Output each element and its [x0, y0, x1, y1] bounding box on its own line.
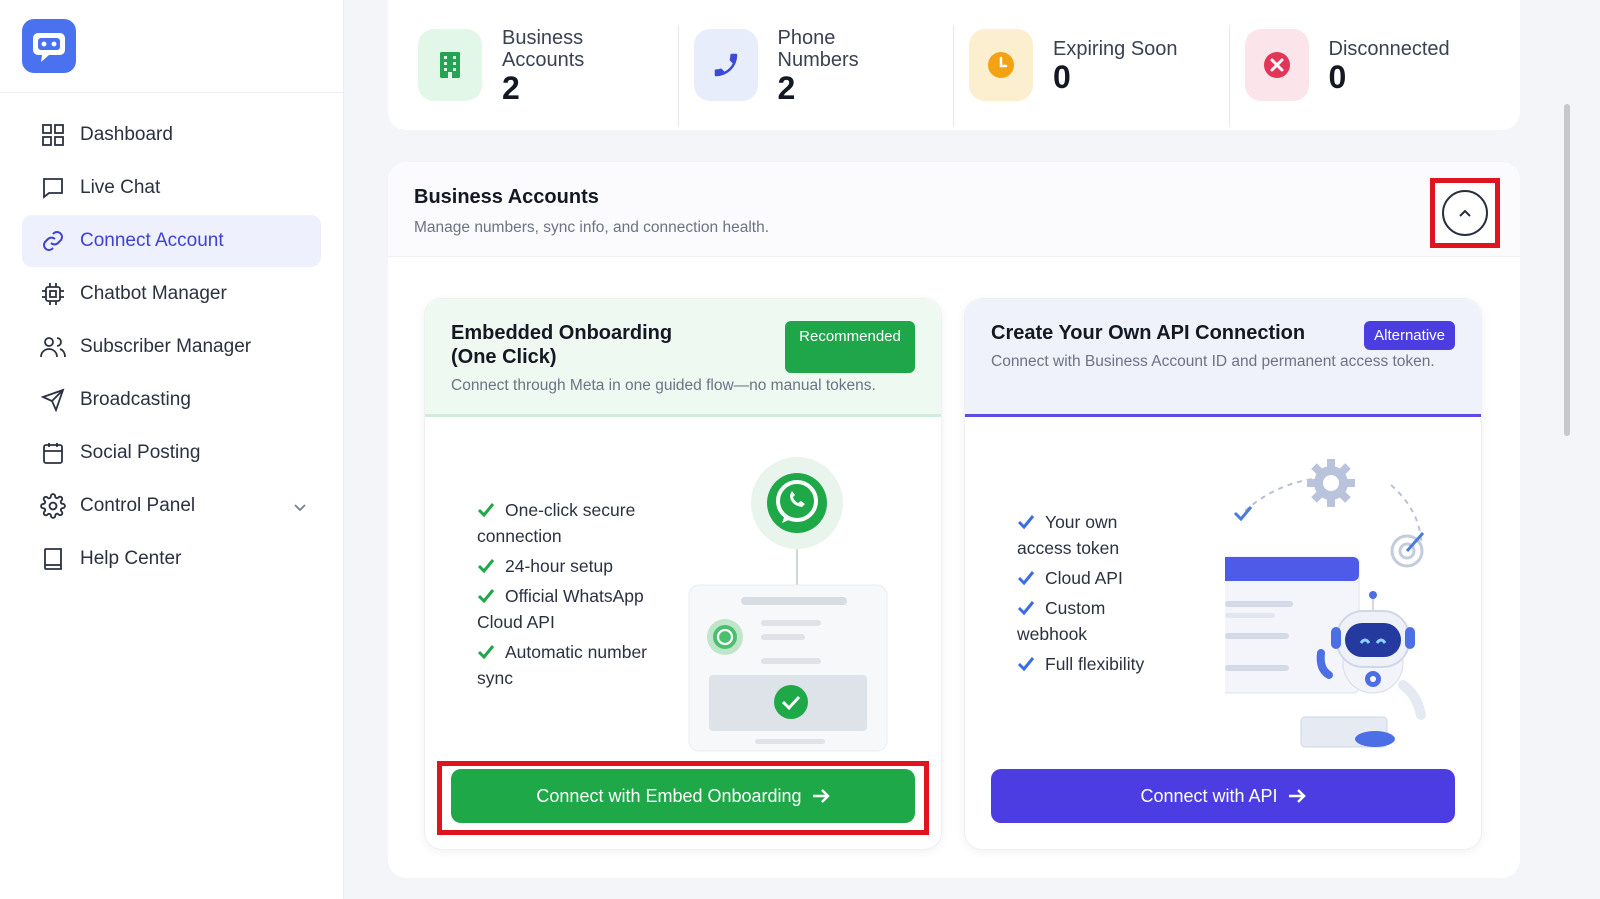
gear-icon [40, 493, 66, 519]
feature-item: Your own access token [1017, 511, 1120, 558]
api-connection-card: Create Your Own API Connection Connect w… [964, 298, 1482, 850]
whatsapp-onboarding-illustration [688, 457, 888, 752]
card-subtitle: Connect with Business Account ID and per… [991, 353, 1435, 370]
connect-embed-onboarding-button[interactable]: Connect with Embed Onboarding [451, 769, 915, 823]
check-icon [1017, 653, 1035, 679]
alternative-badge: Alternative [1364, 321, 1455, 350]
sidebar-item-connect-account[interactable]: Connect Account [22, 215, 321, 267]
book-icon [40, 546, 66, 572]
calendar-icon [40, 440, 66, 466]
panel-title: Business Accounts [414, 186, 599, 208]
card-subtitle: Connect through Meta in one guided flow—… [451, 377, 876, 394]
sidebar-item-subscriber-manager[interactable]: Subscriber Manager [22, 321, 321, 373]
feature-list: One-click secure connection 24-hour setu… [477, 497, 677, 695]
cpu-icon [40, 281, 66, 307]
chat-bubble-icon [40, 175, 66, 201]
feature-item: 24-hour setup [477, 553, 677, 579]
card-header: Embedded Onboarding (One Click) Connect … [425, 299, 941, 417]
stat-label: Phone [777, 27, 836, 49]
sidebar-item-live-chat[interactable]: Live Chat [22, 162, 321, 214]
chevron-down-icon[interactable] [293, 497, 307, 519]
logo-area [0, 0, 343, 93]
clock-icon [969, 29, 1033, 101]
sidebar-item-label: Broadcasting [80, 389, 191, 410]
sidebar-item-label: Social Posting [80, 442, 201, 463]
feature-item: Official WhatsApp Cloud API [477, 585, 644, 632]
button-label: Connect with API [1140, 785, 1278, 806]
sidebar-item-label: Help Center [80, 548, 182, 569]
sidebar: Dashboard Live Chat Connect Account Chat… [0, 0, 344, 899]
send-icon [40, 387, 66, 413]
stats-bar: Business Accounts 2 Phone Numbers 2 Expi… [388, 0, 1520, 130]
sidebar-item-dashboard[interactable]: Dashboard [22, 109, 321, 161]
arrow-right-icon [1288, 788, 1306, 804]
phone-icon [693, 29, 758, 101]
stat-expiring-soon: Expiring Soon 0 [953, 15, 1245, 127]
stat-business-accounts: Business Accounts 2 [418, 15, 694, 115]
feature-item: Automatic number sync [477, 641, 648, 688]
sidebar-item-label: Subscriber Manager [80, 336, 252, 357]
chatbot-logo-icon [33, 33, 65, 62]
stat-label: Business [502, 27, 584, 49]
feature-item: Full flexibility [1017, 651, 1167, 677]
sidebar-item-label: Control Panel [80, 495, 196, 516]
sidebar-nav: Dashboard Live Chat Connect Account Chat… [0, 93, 343, 585]
business-accounts-panel: Business Accounts Manage numbers, sync i… [388, 162, 1520, 878]
arrow-right-icon [812, 788, 830, 804]
sidebar-item-label: Dashboard [80, 124, 173, 145]
feature-item: Custom webhook [1017, 597, 1106, 644]
chevron-up-icon [1442, 190, 1488, 236]
stat-value: 2 [502, 70, 520, 106]
collapse-button[interactable] [1430, 178, 1500, 248]
stat-value: 2 [777, 70, 796, 106]
x-circle-icon [1244, 29, 1309, 101]
stat-label: Accounts [502, 49, 585, 71]
sidebar-item-label: Chatbot Manager [80, 283, 227, 304]
sidebar-item-label: Connect Account [80, 230, 224, 251]
feature-list: Your own access token Cloud API Custom w… [1017, 509, 1167, 681]
stat-value: 0 [1053, 59, 1071, 95]
robot-api-illustration [1225, 459, 1426, 748]
check-icon [477, 499, 495, 525]
check-icon [477, 641, 495, 667]
check-icon [477, 555, 495, 581]
feature-item: One-click secure connection [477, 499, 636, 546]
app-logo[interactable] [22, 19, 76, 73]
sidebar-item-label: Live Chat [80, 177, 161, 198]
sidebar-item-help-center[interactable]: Help Center [22, 533, 321, 585]
stat-label: Expiring Soon [1053, 38, 1178, 60]
grid-icon [40, 122, 66, 148]
link-icon [40, 228, 66, 254]
scrollbar[interactable] [1564, 104, 1570, 436]
check-icon [1017, 597, 1035, 623]
feature-item: Cloud API [1017, 565, 1167, 591]
users-icon [40, 334, 66, 360]
building-icon [418, 29, 482, 101]
check-icon [477, 585, 495, 611]
sidebar-item-control-panel[interactable]: Control Panel [22, 480, 321, 532]
panel-subtitle: Manage numbers, sync info, and connectio… [414, 219, 770, 236]
button-label: Connect with Embed Onboarding [536, 785, 802, 806]
stat-value: 0 [1328, 59, 1347, 95]
card-header: Create Your Own API Connection Connect w… [965, 299, 1481, 417]
sidebar-item-social-posting[interactable]: Social Posting [22, 427, 321, 479]
stat-label: Disconnected [1328, 38, 1450, 60]
sidebar-item-broadcasting[interactable]: Broadcasting [22, 374, 321, 426]
stat-phone-numbers: Phone Numbers 2 [677, 15, 970, 127]
connect-api-button[interactable]: Connect with API [991, 769, 1455, 823]
embedded-onboarding-card: Embedded Onboarding (One Click) Connect … [424, 298, 942, 850]
check-icon [1017, 511, 1035, 537]
stat-disconnected: Disconnected 0 [1228, 15, 1521, 127]
card-title: Embedded Onboarding (One Click) [451, 322, 673, 368]
panel-header: Business Accounts Manage numbers, sync i… [388, 162, 1520, 257]
stat-label: Numbers [777, 49, 859, 71]
check-icon [1017, 567, 1035, 593]
sidebar-item-chatbot-manager[interactable]: Chatbot Manager [22, 268, 321, 320]
recommended-badge: Recommended [785, 321, 915, 373]
